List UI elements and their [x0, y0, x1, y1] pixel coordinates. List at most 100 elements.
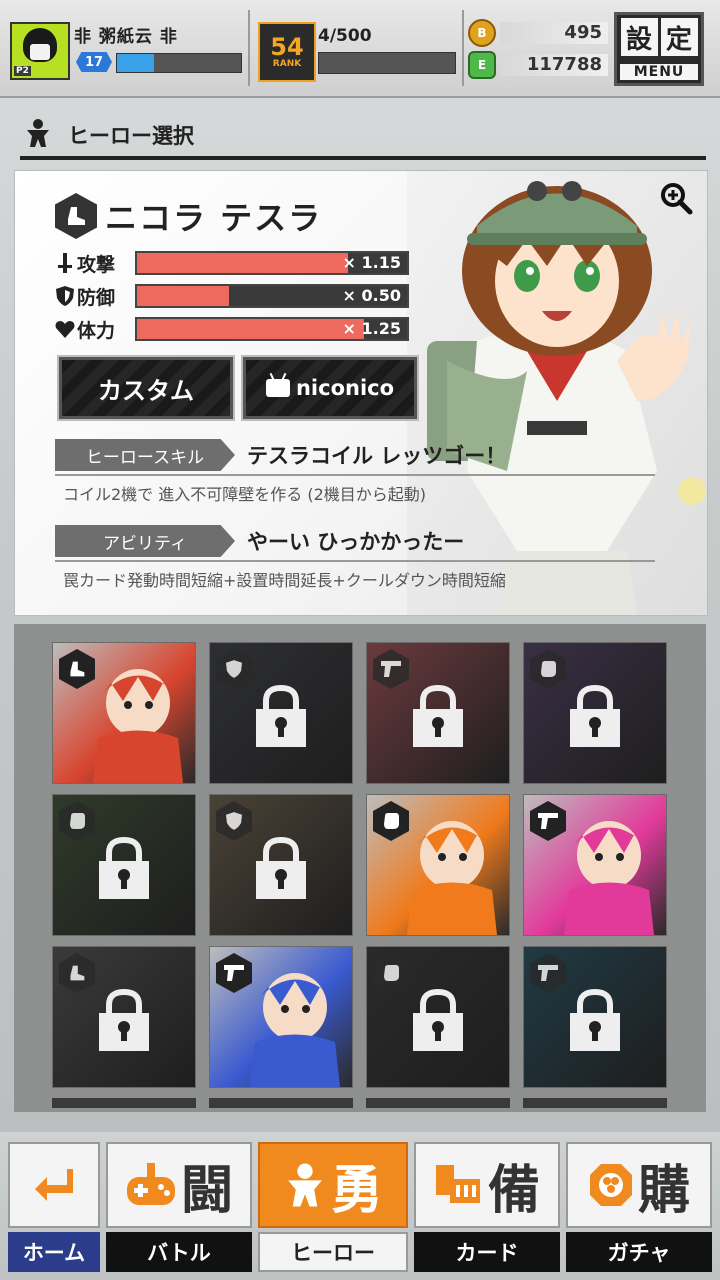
bottom-nav: ホーム 闘 バトル 勇 ヒーロー 備 カード 購 ガチャ [0, 1132, 720, 1280]
lock-icon [254, 836, 308, 899]
hero-skill-row: ヒーロースキル テスラコイル レッツゴー！ [55, 439, 506, 471]
stat-label-hp: 体力 [77, 319, 116, 342]
shield-class-icon [216, 801, 252, 841]
nav-home[interactable]: ホーム [8, 1142, 100, 1272]
hero-card-art [93, 669, 183, 783]
hero-card-art [564, 821, 654, 935]
lock-icon [97, 836, 151, 899]
level-badge: 17 [76, 52, 112, 72]
gold-counter: B 495 [468, 19, 608, 47]
avatar-face [30, 44, 50, 60]
nav-hero-label: ヒーロー [258, 1232, 408, 1272]
gun-class-icon [530, 953, 566, 993]
hero-select-icon [27, 119, 49, 147]
nav-hero-upper: 勇 [258, 1142, 408, 1228]
nav-card-kanji: 備 [487, 1160, 540, 1221]
gold-coin-icon: B [468, 19, 496, 47]
exp-bar [116, 53, 242, 73]
hero-roster-grid[interactable] [14, 624, 706, 1112]
section-title: ヒーロー選択 [68, 124, 194, 148]
lock-icon [411, 684, 465, 747]
hero-card[interactable] [523, 794, 667, 936]
hero-card-art [250, 973, 340, 1087]
section-header: ヒーロー選択 [20, 112, 706, 160]
stat-bar-attack: × 1.15 [135, 251, 409, 275]
nav-battle[interactable]: 闘 バトル [106, 1142, 252, 1272]
skill-tag: ヒーロースキル [55, 439, 235, 471]
zoom-icon[interactable] [659, 181, 693, 215]
hero-card[interactable] [52, 794, 196, 936]
stamina-text: 4/500 [318, 26, 372, 46]
hero-card[interactable] [366, 642, 510, 784]
status-bar: P2 非 粥紙云 非 17 54 RANK 4/500 B 495 E 1177… [0, 0, 720, 98]
back-arrow-icon [35, 1169, 73, 1201]
nav-hero[interactable]: 勇 ヒーロー [258, 1142, 408, 1272]
custom-button-label: カスタム [98, 376, 194, 405]
hero-card[interactable] [366, 794, 510, 936]
gem-counter: E 117788 [468, 51, 608, 79]
hero-card[interactable] [209, 946, 353, 1088]
hero-card[interactable] [209, 794, 353, 936]
divider [248, 10, 250, 86]
ability-description: 罠カード発動時間短縮+設置時間延長+クールダウン時間短縮 [63, 571, 506, 590]
custom-button[interactable]: カスタム [57, 355, 235, 421]
player-avatar[interactable]: P2 [10, 22, 70, 80]
nav-gacha-upper: 購 [566, 1142, 712, 1228]
fist-class-icon [59, 801, 95, 841]
gem-value: 117788 [500, 54, 608, 76]
fist-class-icon [373, 953, 409, 993]
menu-button[interactable]: 設 定 MENU [614, 12, 704, 86]
skill-divider [55, 474, 655, 476]
stat-fill-defense [137, 286, 229, 306]
niconico-button[interactable]: niconico [241, 355, 419, 421]
ability-name: やーい ひっかかったー [247, 530, 465, 554]
nav-card[interactable]: 備 カード [414, 1142, 560, 1272]
divider [462, 10, 464, 86]
nav-card-upper: 備 [414, 1142, 560, 1228]
stamina-bar [318, 52, 456, 74]
exp-fill [117, 54, 155, 72]
skill-name: テスラコイル レッツゴー！ [247, 444, 507, 468]
stat-label-attack: 攻撃 [77, 253, 116, 276]
rank-badge: 54 RANK [258, 22, 316, 82]
nav-card-label: カード [414, 1232, 560, 1272]
menu-kanji-2: 定 [660, 18, 698, 56]
hero-card[interactable] [52, 946, 196, 1088]
hero-card[interactable] [52, 642, 196, 784]
heart-icon [55, 319, 75, 339]
stat-bar-hp: × 1.25 [135, 317, 409, 341]
nav-home-upper [8, 1142, 100, 1228]
hero-card-art [407, 821, 497, 935]
cards-icon [435, 1165, 480, 1203]
hero-card[interactable] [209, 642, 353, 784]
nav-gacha[interactable]: 購 ガチャ [566, 1142, 712, 1272]
lock-icon [254, 684, 308, 747]
lock-icon [568, 684, 622, 747]
lock-icon [411, 988, 465, 1051]
hero-card-partial[interactable] [523, 1098, 667, 1108]
hero-card-partial[interactable] [52, 1098, 196, 1108]
menu-label: MENU [620, 64, 698, 80]
lock-icon [568, 988, 622, 1051]
hero-card[interactable] [523, 946, 667, 1088]
avatar-tag: P2 [14, 66, 31, 76]
hero-card-partial[interactable] [366, 1098, 510, 1108]
menu-kanji-1: 設 [620, 18, 658, 56]
sword-icon [55, 253, 75, 273]
gold-value: 495 [500, 22, 608, 44]
stat-fill-attack [137, 253, 348, 273]
hero-card-partial[interactable] [209, 1098, 353, 1108]
rank-number: 54 [270, 33, 304, 61]
gun-class-icon [373, 649, 409, 689]
shield-icon [55, 286, 75, 306]
hero-card[interactable] [366, 946, 510, 1088]
stat-fill-hp [137, 319, 364, 339]
stat-row-hp: 体力 × 1.25 [55, 315, 409, 343]
stat-row-defense: 防御 × 0.50 [55, 282, 409, 310]
hero-card[interactable] [523, 642, 667, 784]
lock-icon [97, 988, 151, 1051]
skill-description: コイル2機で 進入不可障壁を作る (2機目から起動) [63, 485, 427, 504]
player-name: 非 粥紙云 非 [74, 27, 178, 47]
stat-value-defense: × 0.50 [342, 286, 401, 305]
hero-icon [288, 1163, 322, 1207]
